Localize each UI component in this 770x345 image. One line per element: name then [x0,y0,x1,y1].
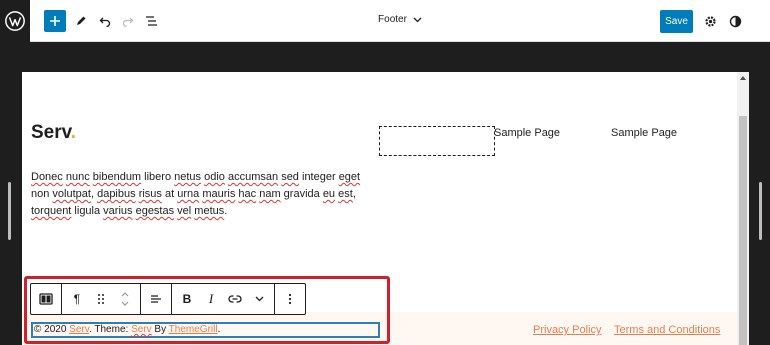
site-link[interactable]: Serv [69,324,89,335]
site-title-text: Serv [31,122,71,143]
nav-item-sample-page-1[interactable]: Sample Page [494,127,560,139]
drag-handle-icon[interactable] [90,287,112,311]
scroll-up-arrow[interactable] [740,76,746,80]
paragraph-word: libero [141,171,175,183]
move-arrows-icon[interactable] [114,287,136,311]
paragraph-word: bibendum [92,171,142,183]
select-parent-button[interactable] [35,287,57,311]
paragraph-word: vel [177,205,192,217]
terms-link[interactable]: Terms and Conditions [614,324,720,336]
paragraph-word: Donec [31,171,63,183]
toolbar-group-align [141,284,172,314]
tools-button[interactable] [73,9,89,33]
paragraph-word: odio [204,171,225,183]
copyright-prefix: © 2020 [34,324,70,335]
paragraph-word: hac [238,188,257,200]
list-view-icon [145,16,157,26]
theme-text: . Theme: [89,324,132,335]
italic-icon[interactable]: I [200,287,222,311]
nav-item-sample-page-2[interactable]: Sample Page [611,127,677,139]
vertical-dots [288,293,292,305]
theme-link[interactable]: Serv [131,324,152,335]
block-toolbar: ¶ B I [30,283,306,315]
paragraph-word: nunc [65,171,90,183]
site-title[interactable]: Serv. [31,122,76,144]
undo-button[interactable] [97,9,113,33]
document-title: Footer [378,14,407,25]
paragraph-word: . [224,205,228,217]
link-glyph [228,295,242,303]
resize-handle-left[interactable] [8,182,11,240]
styles-button[interactable] [727,9,743,33]
columns-icon [39,293,53,305]
paragraph-word: non [31,188,53,200]
scroll-thumb[interactable] [739,116,747,345]
paragraph-word: dapibus [97,188,136,200]
chevron-down-icon [413,17,422,22]
paragraph-word: sed [281,171,299,183]
empty-block-placeholder[interactable] [379,126,495,156]
pencil-icon [77,16,86,25]
paragraph-word: est [338,188,353,200]
paragraph-word: integer [298,171,339,183]
paragraph-word: torquent [31,205,72,217]
canvas-scrollbar[interactable] [737,72,749,345]
more-options-icon[interactable] [279,287,301,311]
wordpress-icon [5,11,25,31]
paragraph-word: at [161,188,178,200]
paragraph-word: eget [338,171,361,183]
paragraph-word: egestas [135,205,175,217]
paragraph-word: gravida [280,188,323,200]
toolbar-group-parent [31,284,62,314]
bold-icon[interactable]: B [176,287,198,311]
paragraph-word: nam [259,188,281,200]
paragraph-word: mauris [202,188,236,200]
paragraph-icon[interactable]: ¶ [66,287,88,311]
footer-end: . [217,324,221,335]
save-button[interactable]: Save [660,10,693,33]
document-title-dropdown[interactable]: Footer [340,14,460,25]
editor-header: Footer Save [0,0,770,42]
paragraph-word: risus [138,188,162,200]
author-link[interactable]: ThemeGrill [169,324,218,335]
resize-handle-right[interactable] [759,182,762,240]
wordpress-logo[interactable] [0,0,30,42]
more-formats-chevron-icon[interactable] [248,287,270,311]
settings-button[interactable] [702,9,718,33]
add-block-button[interactable] [44,10,66,32]
paragraph-word: metus [194,205,225,217]
plus-icon [50,16,60,26]
paragraph-word: accumsan [227,171,279,183]
align-lines [151,295,161,303]
redo-icon [122,17,134,27]
paragraph-word: urna [177,188,200,200]
drag-dots [98,294,104,304]
paragraph-word: volutpat [52,188,91,200]
paragraph-word: netus [174,171,202,183]
paragraph-word: ligula [71,205,104,217]
link-icon[interactable] [224,287,246,311]
paragraph-block[interactable]: Donec nunc bibendum libero netus odio ac… [31,169,376,220]
chevron-glyph [255,296,263,302]
list-view-button[interactable] [143,9,159,33]
toolbar-group-options [275,284,305,314]
move-arrows [121,292,129,306]
privacy-policy-link[interactable]: Privacy Policy [533,324,601,336]
by-text: By [151,324,169,335]
paragraph-word: , [352,188,356,200]
footer-copyright-block[interactable]: © 2020 Serv. Theme: Serv By ThemeGrill. [31,322,380,338]
redo-button[interactable] [120,9,136,33]
paragraph-word: varius [103,205,133,217]
undo-icon [99,17,111,27]
toolbar-group-format: B I [172,284,275,314]
toolbar-group-block: ¶ [62,284,141,314]
site-title-dot: . [70,122,77,143]
paragraph-word: eu [322,188,336,200]
align-left-icon[interactable] [145,287,167,311]
contrast-icon [729,15,741,27]
gear-icon [704,15,716,27]
